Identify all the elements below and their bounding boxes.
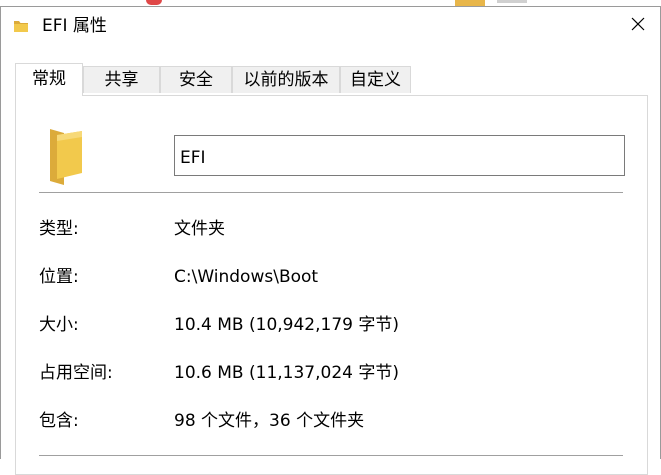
window-title: EFI 属性 bbox=[42, 16, 107, 36]
location-value: C:\Windows\Boot bbox=[174, 267, 319, 287]
tab-previous-versions[interactable]: 以前的版本 bbox=[232, 66, 340, 93]
size-label: 大小: bbox=[39, 315, 79, 335]
close-icon bbox=[631, 16, 645, 35]
properties-dialog: EFI 属性 常规 共享 安全 以前的版本 自定义 类型: 文件夹 位置: bbox=[0, 6, 661, 475]
tab-sharing[interactable]: 共享 bbox=[83, 66, 160, 93]
tab-strip: 常规 共享 安全 以前的版本 自定义 bbox=[15, 63, 655, 96]
background-window-fragment bbox=[497, 0, 527, 3]
size-on-disk-value: 10.6 MB (11,137,024 字节) bbox=[174, 363, 399, 383]
folder-name-input[interactable] bbox=[174, 135, 625, 176]
type-value: 文件夹 bbox=[174, 219, 225, 239]
close-button[interactable] bbox=[616, 7, 660, 43]
folder-icon bbox=[13, 18, 29, 34]
location-label: 位置: bbox=[39, 267, 79, 287]
divider bbox=[39, 192, 623, 193]
contains-value: 98 个文件，36 个文件夹 bbox=[174, 411, 365, 431]
tab-security[interactable]: 安全 bbox=[160, 66, 232, 93]
background-window-fragment bbox=[146, 0, 162, 5]
size-on-disk-label: 占用空间: bbox=[39, 363, 113, 383]
title-bar[interactable]: EFI 属性 bbox=[1, 7, 660, 45]
tab-customize[interactable]: 自定义 bbox=[340, 66, 411, 93]
size-value: 10.4 MB (10,942,179 字节) bbox=[174, 315, 399, 335]
folder-large-icon bbox=[48, 127, 84, 189]
tab-general[interactable]: 常规 bbox=[15, 63, 83, 96]
general-panel: 类型: 文件夹 位置: C:\Windows\Boot 大小: 10.4 MB … bbox=[15, 95, 648, 475]
contains-label: 包含: bbox=[39, 411, 79, 431]
type-label: 类型: bbox=[39, 219, 79, 239]
